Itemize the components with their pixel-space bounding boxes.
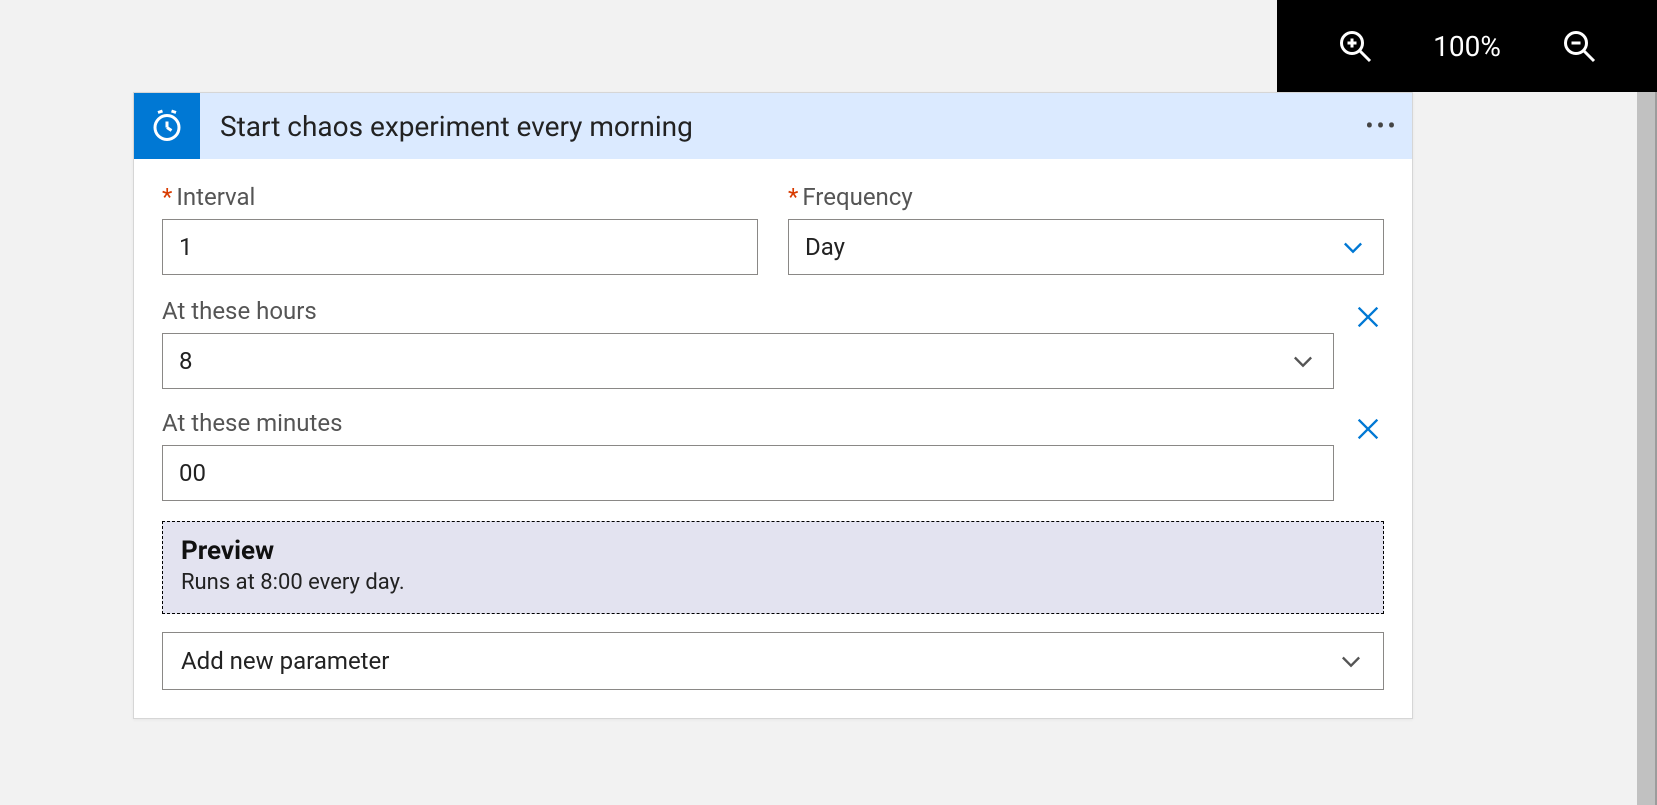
hours-label: At these hours xyxy=(162,297,1334,325)
chevron-down-icon xyxy=(1339,233,1367,261)
hours-select[interactable]: 8 xyxy=(162,333,1334,389)
zoom-out-button[interactable] xyxy=(1549,16,1609,76)
chevron-down-icon xyxy=(1289,347,1317,375)
card-icon-box xyxy=(134,93,200,159)
interval-input[interactable] xyxy=(162,219,758,275)
required-asterisk: * xyxy=(788,183,798,211)
zoom-out-icon xyxy=(1561,28,1597,64)
close-icon xyxy=(1354,303,1382,331)
interval-label: *Interval xyxy=(162,183,758,211)
add-parameter-select[interactable]: Add new parameter xyxy=(162,632,1384,690)
zoom-in-icon xyxy=(1337,28,1373,64)
required-asterisk: * xyxy=(162,183,172,211)
zoom-in-button[interactable] xyxy=(1325,16,1385,76)
hours-value: 8 xyxy=(179,347,193,375)
ellipsis-icon: ••• xyxy=(1365,112,1398,140)
chevron-down-icon xyxy=(1337,647,1365,675)
card-body: *Interval *Frequency Day At these hours … xyxy=(134,159,1412,718)
recurrence-card: Start chaos experiment every morning •••… xyxy=(133,92,1413,719)
zoom-toolbar: 100% xyxy=(1277,0,1657,92)
close-icon xyxy=(1354,415,1382,443)
minutes-input[interactable] xyxy=(162,445,1334,501)
preview-title: Preview xyxy=(181,536,1365,566)
preview-box: Preview Runs at 8:00 every day. xyxy=(162,521,1384,614)
scrollbar-thumb[interactable] xyxy=(1637,92,1657,805)
minutes-label: At these minutes xyxy=(162,409,1334,437)
add-parameter-label: Add new parameter xyxy=(181,647,389,675)
card-title: Start chaos experiment every morning xyxy=(200,110,1352,143)
card-menu-button[interactable]: ••• xyxy=(1352,112,1412,140)
remove-hours-button[interactable] xyxy=(1352,297,1384,337)
preview-text: Runs at 8:00 every day. xyxy=(181,570,1365,595)
frequency-label: *Frequency xyxy=(788,183,1384,211)
clock-icon xyxy=(149,108,185,144)
frequency-value: Day xyxy=(805,233,845,261)
frequency-select[interactable]: Day xyxy=(788,219,1384,275)
vertical-scrollbar[interactable] xyxy=(1637,92,1657,805)
card-header[interactable]: Start chaos experiment every morning ••• xyxy=(134,93,1412,159)
zoom-level-label: 100% xyxy=(1433,30,1501,63)
remove-minutes-button[interactable] xyxy=(1352,409,1384,449)
